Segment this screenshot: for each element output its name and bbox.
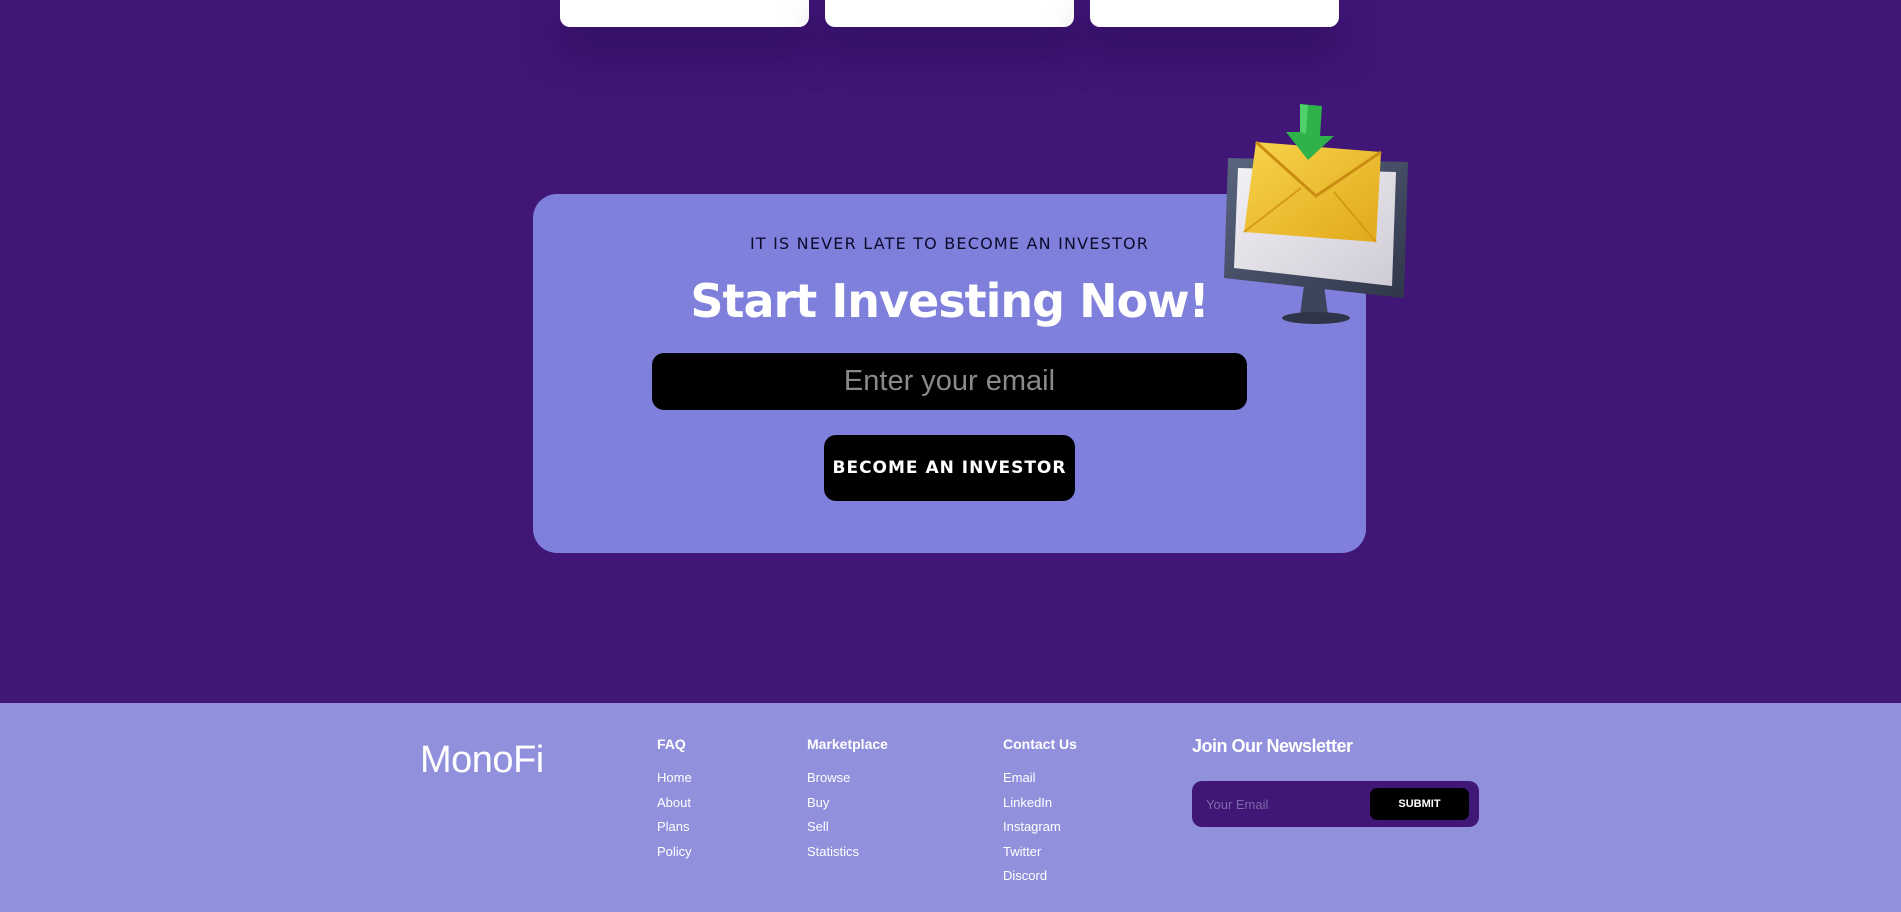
newsletter-submit-button[interactable]: SUBMIT	[1370, 788, 1469, 820]
footer-link-home[interactable]: Home	[657, 769, 692, 794]
footer-column-contact: Contact Us Email LinkedIn Instagram Twit…	[1003, 736, 1077, 892]
footer-link-policy[interactable]: Policy	[657, 843, 692, 868]
monitor-envelope-download-icon	[1216, 100, 1416, 330]
footer-column-heading: Marketplace	[807, 736, 888, 752]
cta-email-input[interactable]	[652, 353, 1247, 410]
footer-column-heading: FAQ	[657, 736, 686, 752]
newsletter: Join Our Newsletter SUBMIT	[1192, 736, 1482, 827]
footer: MonoFi FAQ Home About Plans Policy Marke…	[0, 703, 1901, 912]
feature-card-3	[1090, 0, 1339, 27]
feature-card-2	[825, 0, 1074, 27]
footer-link-linkedin[interactable]: LinkedIn	[1003, 794, 1077, 819]
logo-text-fi: Fi	[513, 739, 544, 781]
footer-link-twitter[interactable]: Twitter	[1003, 843, 1077, 868]
newsletter-form: SUBMIT	[1192, 781, 1479, 827]
footer-link-statistics[interactable]: Statistics	[807, 843, 888, 868]
footer-link-discord[interactable]: Discord	[1003, 867, 1077, 892]
footer-link-email[interactable]: Email	[1003, 769, 1077, 794]
footer-link-about[interactable]: About	[657, 794, 692, 819]
footer-column-heading: Contact Us	[1003, 736, 1077, 752]
newsletter-heading: Join Our Newsletter	[1192, 736, 1353, 756]
footer-link-browse[interactable]: Browse	[807, 769, 888, 794]
footer-column-marketplace: Marketplace Browse Buy Sell Statistics	[807, 736, 888, 867]
footer-column-faq: FAQ Home About Plans Policy	[657, 736, 692, 867]
footer-logo[interactable]: MonoFi	[420, 739, 544, 782]
logo-text-mono: Mono	[420, 739, 514, 781]
newsletter-email-input[interactable]	[1202, 789, 1370, 819]
feature-card-1	[560, 0, 809, 27]
footer-link-sell[interactable]: Sell	[807, 818, 888, 843]
footer-link-plans[interactable]: Plans	[657, 818, 692, 843]
footer-link-buy[interactable]: Buy	[807, 794, 888, 819]
footer-link-instagram[interactable]: Instagram	[1003, 818, 1077, 843]
become-investor-button[interactable]: BECOME AN INVESTOR	[824, 435, 1075, 501]
